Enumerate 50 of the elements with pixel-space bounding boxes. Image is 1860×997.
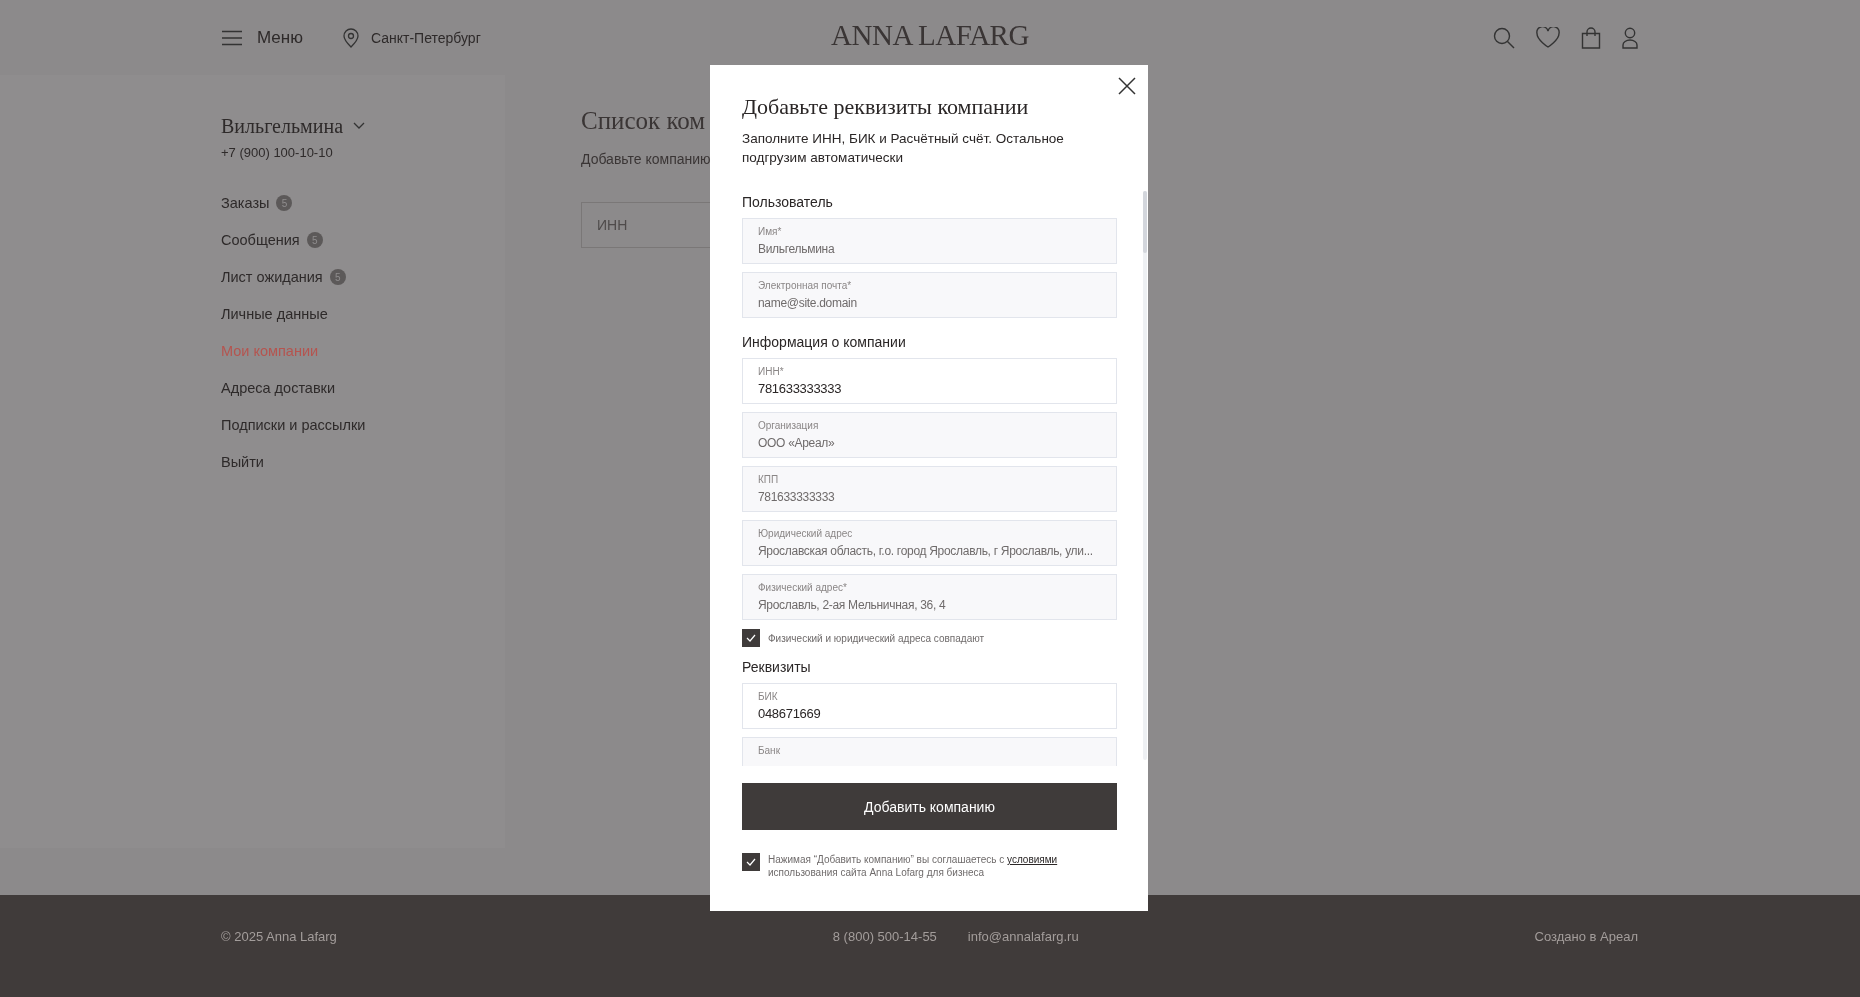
scrollbar[interactable] [1143,191,1147,760]
form-field[interactable]: Физический адрес* Ярославль, 2-ая Мельничная, 36, 4 [742,574,1117,620]
check-icon [746,634,756,642]
form-field[interactable]: Электронная почта* name@site.domain [742,272,1117,318]
sidebar-item[interactable]: Подписки и рассылки [221,415,366,435]
copyright-text: © 2025 Anna Lafarg [221,928,337,944]
menu-link[interactable]: Меню [257,27,303,48]
form-field[interactable]: ИНН* 781633333333 [742,358,1117,404]
credit-link[interactable]: Создано в Ареал [1534,928,1638,944]
section-heading: Реквизиты [742,658,812,677]
sidebar-item[interactable]: Сообщения [221,230,300,250]
shopping-bag-icon[interactable] [1581,26,1601,49]
consent-text: Нажимая “Добавить компанию” вы соглашаетесь с условиями использования сайта Anna Lofarg для бизнеса [768,853,1058,879]
section-heading: Пользователь [742,193,834,212]
sidebar-item[interactable]: Адреса доставки [221,378,336,398]
form-field[interactable]: Банк [742,737,1117,766]
user-icon[interactable] [1622,26,1638,49]
terms-link[interactable]: условиями [1007,854,1058,865]
sidebar-item[interactable]: Лист ожидания [221,267,323,287]
checkbox[interactable] [742,629,760,647]
page-title: Список ком [581,106,706,136]
form-field[interactable]: БИК 048671669 [742,683,1117,729]
menu-icon[interactable] [221,29,243,46]
section-heading: Информация о компании [742,333,907,352]
checkbox-label[interactable]: Физический и юридический адреса совпадают [768,632,985,644]
modal-subtitle: Заполните ИНН, БИК и Расчётный счёт. Остальное подгрузим автоматически [742,130,1065,167]
city-selector[interactable]: Санкт-Петербург [370,29,481,46]
inn-input-field[interactable]: ИНН [581,202,710,248]
consent-checkbox[interactable] [742,853,760,871]
check-icon [746,858,756,866]
logo[interactable]: ANNA LAFARG [831,19,1029,52]
heart-icon[interactable] [1536,27,1560,48]
page-description: Добавьте компанию [581,151,711,167]
sidebar-item[interactable]: Заказы [221,193,270,213]
form-field[interactable]: Организация ООО «Ареал» [742,412,1117,458]
form-field[interactable]: Юридический адрес Ярославская область, г.о. город Ярославль, г Ярославль, ули... [742,520,1117,566]
form-field[interactable]: КПП 781633333333 [742,466,1117,512]
account-phone: +7 (900) 100-10-10 [221,144,333,162]
phone-link[interactable]: 8 (800) 500-14-55 [832,928,937,944]
chevron-down-icon[interactable] [353,122,365,130]
account-name[interactable]: Вильгельмина [221,114,343,138]
email-link[interactable]: info@annalafarg.ru [967,928,1079,944]
close-icon[interactable] [1118,77,1136,95]
modal-title: Добавьте реквизиты компании [742,93,1030,121]
sidebar-item[interactable]: Личные данные [221,304,328,324]
sidebar-item[interactable]: Выйти [221,452,264,472]
location-pin-icon[interactable] [342,27,359,48]
add-company-button[interactable]: Добавить компанию [742,783,1117,830]
form-field[interactable]: Имя* Вильгельмина [742,218,1117,264]
search-icon[interactable] [1493,26,1515,49]
